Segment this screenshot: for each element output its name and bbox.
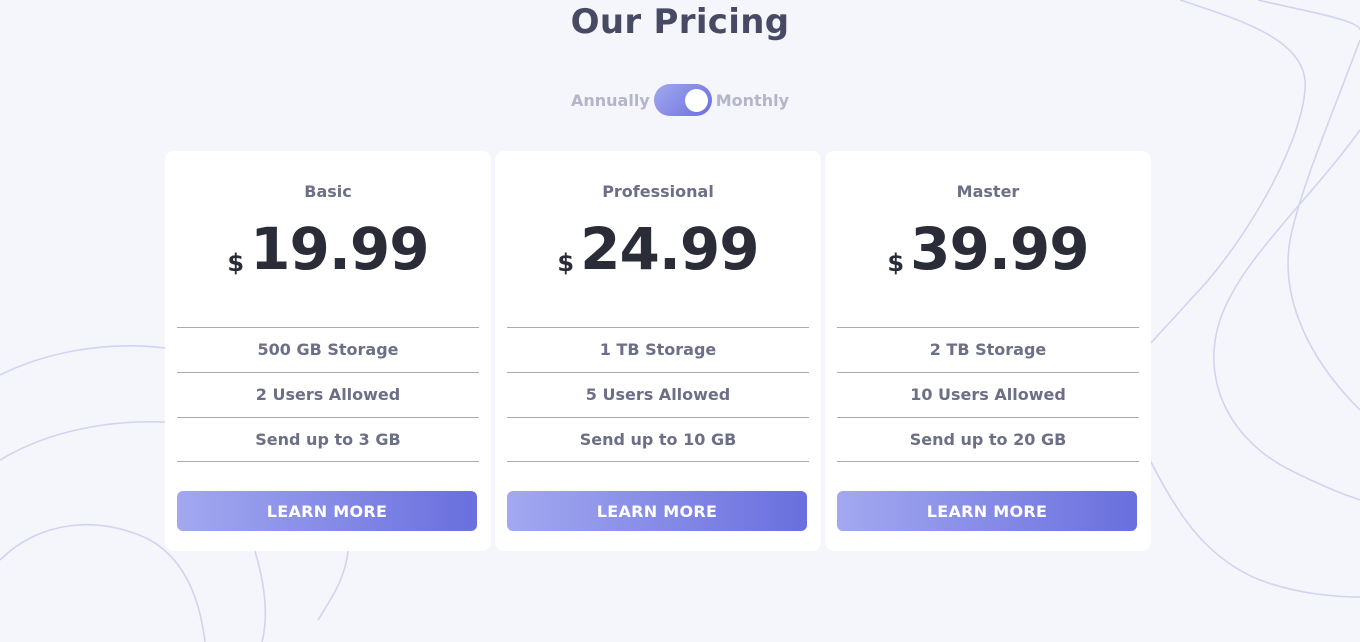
feature-list: 2 TB Storage 10 Users Allowed Send up to…	[837, 327, 1139, 462]
plan-card-master: Master $ 39.99 2 TB Storage 10 Users All…	[825, 151, 1151, 551]
learn-more-button[interactable]: LEARN MORE	[177, 491, 477, 531]
feature-list: 1 TB Storage 5 Users Allowed Send up to …	[507, 327, 809, 462]
feature-storage: 500 GB Storage	[177, 327, 479, 372]
pricing-page: Our Pricing Annually Monthly Basic $ 19.…	[0, 0, 1360, 642]
page-title: Our Pricing	[570, 2, 790, 42]
learn-more-button[interactable]: LEARN MORE	[507, 491, 807, 531]
feature-send-limit: Send up to 3 GB	[177, 417, 479, 462]
feature-list: 500 GB Storage 2 Users Allowed Send up t…	[177, 327, 479, 462]
billing-toggle-switch[interactable]	[653, 84, 712, 116]
plan-price: 39.99	[910, 215, 1089, 283]
price-row: $ 24.99	[507, 219, 809, 279]
feature-send-limit: Send up to 20 GB	[837, 417, 1139, 462]
feature-storage: 2 TB Storage	[837, 327, 1139, 372]
toggle-knob	[684, 89, 708, 112]
feature-users: 10 Users Allowed	[837, 372, 1139, 417]
plan-name: Basic	[304, 182, 352, 201]
monthly-label[interactable]: Monthly	[716, 91, 789, 110]
feature-storage: 1 TB Storage	[507, 327, 809, 372]
billing-toggle-row: Annually Monthly	[0, 84, 1360, 116]
currency-symbol: $	[227, 249, 245, 277]
plan-price: 24.99	[580, 215, 759, 283]
feature-users: 2 Users Allowed	[177, 372, 479, 417]
currency-symbol: $	[887, 249, 905, 277]
learn-more-button[interactable]: LEARN MORE	[837, 491, 1137, 531]
feature-send-limit: Send up to 10 GB	[507, 417, 809, 462]
pricing-cards: Basic $ 19.99 500 GB Storage 2 Users All…	[165, 151, 1151, 551]
price-row: $ 19.99	[177, 219, 479, 279]
plan-name: Master	[956, 182, 1020, 201]
plan-name: Professional	[602, 182, 714, 201]
plan-price: 19.99	[250, 215, 429, 283]
annually-label[interactable]: Annually	[571, 91, 650, 110]
currency-symbol: $	[557, 249, 575, 277]
feature-users: 5 Users Allowed	[507, 372, 809, 417]
plan-card-basic: Basic $ 19.99 500 GB Storage 2 Users All…	[165, 151, 491, 551]
price-row: $ 39.99	[837, 219, 1139, 279]
plan-card-professional: Professional $ 24.99 1 TB Storage 5 User…	[495, 151, 821, 551]
